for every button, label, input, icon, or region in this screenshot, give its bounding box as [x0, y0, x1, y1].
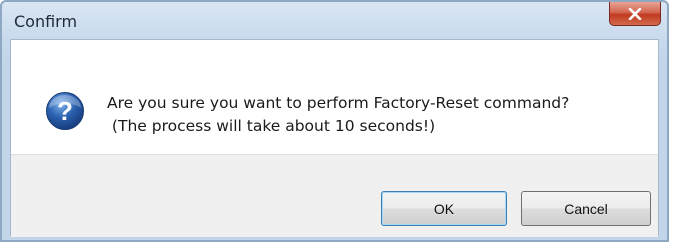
close-icon — [628, 7, 642, 20]
question-icon: ? — [46, 92, 84, 130]
cancel-button[interactable]: Cancel — [521, 191, 651, 226]
svg-text:?: ? — [57, 96, 73, 126]
button-bar: OK Cancel — [11, 154, 658, 237]
ok-button[interactable]: OK — [381, 191, 507, 226]
close-button[interactable] — [609, 2, 661, 26]
confirm-message: Are you sure you want to perform Factory… — [107, 94, 570, 135]
title-bar[interactable]: Confirm — [2, 2, 667, 42]
confirm-dialog: Confirm ? Are you sure you want to perfo… — [0, 0, 669, 242]
message-area: ? Are you sure you want to perform Facto… — [11, 40, 658, 154]
cancel-button-label: Cancel — [564, 200, 608, 217]
dialog-title: Confirm — [14, 12, 78, 31]
dialog-body: ? Are you sure you want to perform Facto… — [10, 39, 659, 237]
ok-button-label: OK — [433, 200, 455, 217]
